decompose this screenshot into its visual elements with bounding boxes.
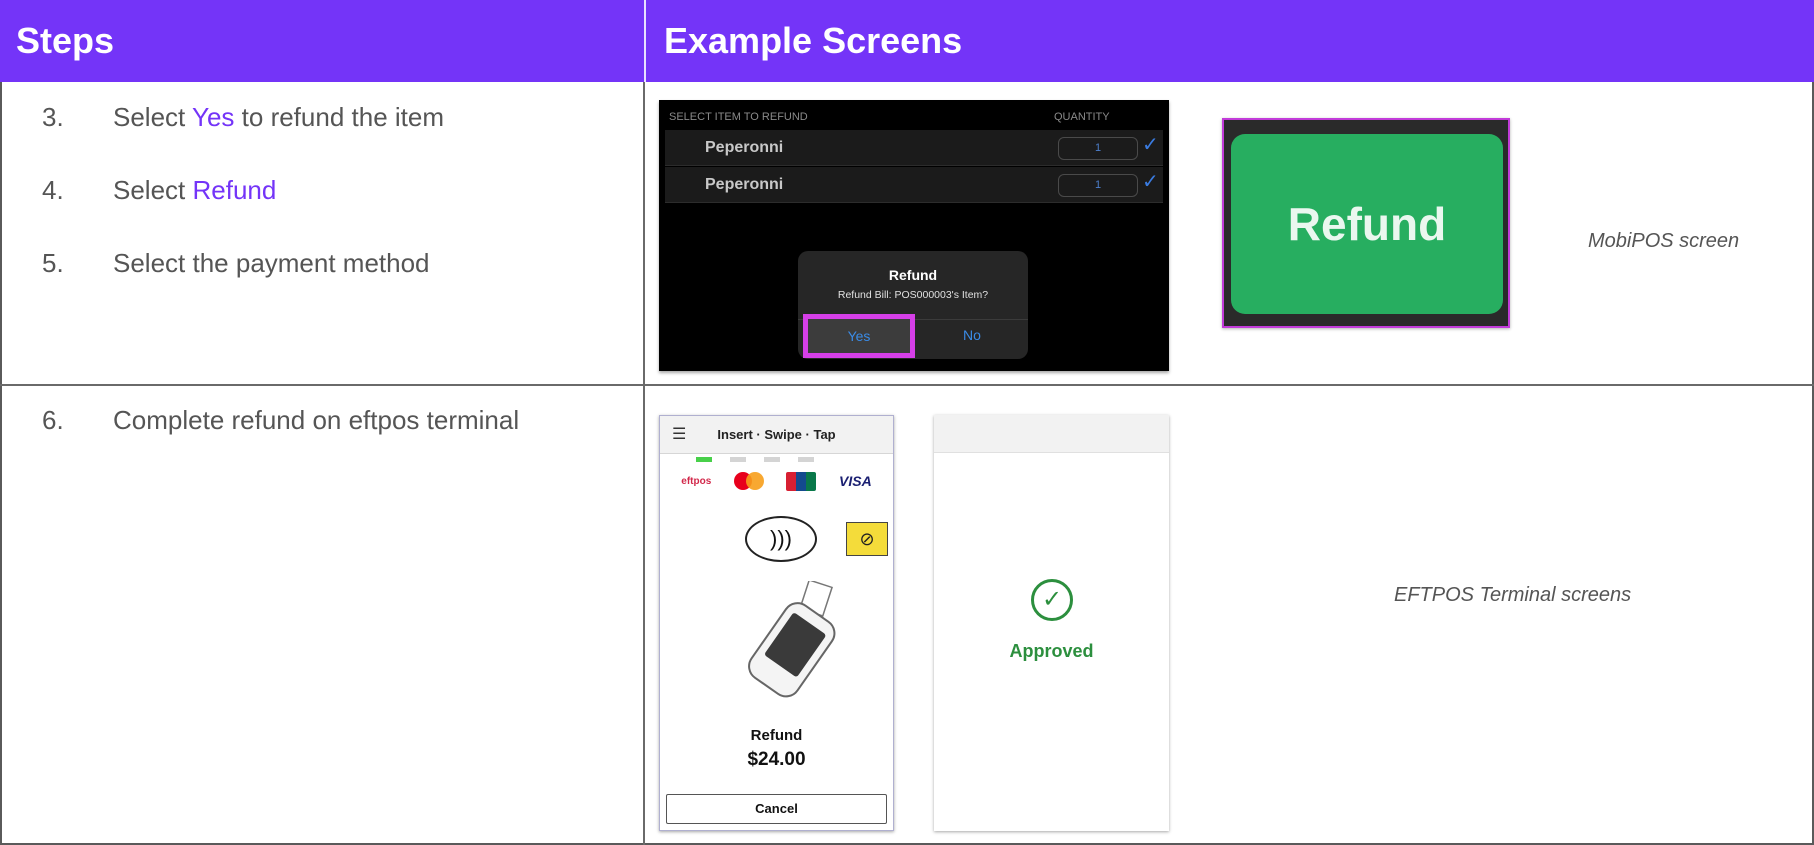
approved-status: Approved <box>1009 641 1094 661</box>
yes-button[interactable]: Yes <box>803 314 915 358</box>
step-number: 3. <box>42 102 64 132</box>
progress-tab <box>730 457 746 462</box>
step-text: Select <box>113 102 193 132</box>
refund-amount: $24.00 <box>747 749 806 770</box>
step-text: Complete refund on eftpos terminal <box>113 405 520 435</box>
eftpos-logo: eftpos <box>681 475 712 487</box>
refund-button-screenshot: Refund <box>1222 118 1510 328</box>
no-button[interactable]: No <box>922 327 1022 343</box>
item-name: Peperonni <box>705 139 784 156</box>
column-header-item: SELECT ITEM TO REFUND <box>669 111 808 123</box>
check-icon: ✓ <box>1142 171 1159 193</box>
header-examples-label: Example Screens <box>664 20 963 61</box>
contactless-icon: ))) <box>745 516 817 562</box>
step-text: Select <box>113 175 193 205</box>
unionpay-icon <box>786 471 817 491</box>
mastercard-icon <box>733 472 764 490</box>
item-name: Peperonni <box>705 176 784 193</box>
quantity-field[interactable]: 1 <box>1058 137 1138 160</box>
step-accent: Refund <box>192 175 277 205</box>
progress-tabs <box>696 457 814 462</box>
step-number: 5. <box>42 248 64 278</box>
step-3: 3. Select Yes to refund the item <box>42 102 444 133</box>
step-4: 4. Select Refund <box>42 175 276 206</box>
row-divider <box>0 384 1814 386</box>
progress-tab-active <box>696 457 712 462</box>
quantity-field[interactable]: 1 <box>1058 174 1138 197</box>
column-header-quantity: QUANTITY <box>1054 111 1110 123</box>
header-steps: Steps <box>0 0 644 82</box>
dialog-message: Refund Bill: POS000003's Item? <box>837 289 989 301</box>
eftpos-caption: EFTPOS Terminal screens <box>1394 584 1632 606</box>
visa-logo: VISA <box>839 473 872 489</box>
header-steps-label: Steps <box>16 20 115 61</box>
cancel-button[interactable]: Cancel <box>666 794 887 824</box>
eftpos-title-bar: ☰ Insert · Swipe · Tap <box>660 416 893 454</box>
refund-item-row[interactable]: Peperonni 1 ✓ <box>665 130 1163 166</box>
progress-tab <box>798 457 814 462</box>
header-example-screens: Example Screens <box>644 0 1814 82</box>
step-number: 6. <box>42 405 64 435</box>
step-text: Select the payment method <box>113 248 430 278</box>
refund-button[interactable]: Refund <box>1231 134 1503 314</box>
step-5: 5. Select the payment method <box>42 248 430 279</box>
eftpos-payment-screen: ☰ Insert · Swipe · Tap eftpos VISA ))) ⊘… <box>659 415 894 831</box>
eftpos-title: Insert · Swipe · Tap <box>717 427 836 442</box>
check-icon: ✓ <box>1142 134 1159 156</box>
card-brands: eftpos VISA <box>660 468 893 494</box>
transaction-type: Refund <box>750 727 803 744</box>
progress-tab <box>764 457 780 462</box>
approved-title-bar <box>934 415 1169 453</box>
step-text-post: to refund the item <box>234 102 444 132</box>
column-divider <box>643 82 645 845</box>
mobipos-caption: MobiPOS screen <box>1588 230 1740 252</box>
hidden-eye-icon[interactable]: ⊘ <box>846 522 888 556</box>
dialog-title: Refund <box>888 267 938 283</box>
payment-terminal-icon <box>748 581 836 698</box>
check-circle-icon: ✓ <box>1031 579 1073 621</box>
step-number: 4. <box>42 175 64 205</box>
mobipos-refund-screen: SELECT ITEM TO REFUND QUANTITY Peperonni… <box>659 100 1169 371</box>
step-6: 6. Complete refund on eftpos terminal <box>42 405 519 436</box>
step-accent: Yes <box>192 102 235 132</box>
refund-item-row[interactable]: Peperonni 1 ✓ <box>665 167 1163 203</box>
eftpos-approved-screen: ✓ Approved <box>934 415 1169 831</box>
refund-confirm-dialog: Refund Refund Bill: POS000003's Item? Ye… <box>798 251 1028 359</box>
